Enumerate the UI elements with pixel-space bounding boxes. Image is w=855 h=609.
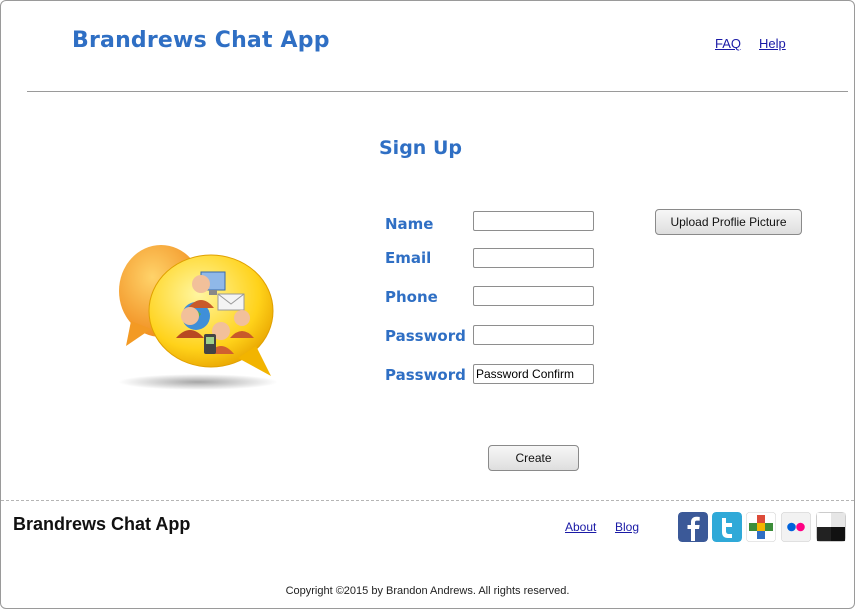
chat-people-illustration-icon <box>118 245 278 390</box>
phone-label: Phone <box>385 288 438 306</box>
about-link[interactable]: About <box>565 520 596 534</box>
faq-link[interactable]: FAQ <box>715 36 741 51</box>
delicious-icon[interactable] <box>816 512 846 542</box>
password-label: Password <box>385 327 466 345</box>
twitter-icon[interactable] <box>712 512 742 542</box>
blog-link[interactable]: Blog <box>615 520 639 534</box>
footer-divider <box>1 500 854 501</box>
upload-profile-picture-button[interactable]: Upload Proflie Picture <box>655 209 802 235</box>
google-plus-icon[interactable] <box>746 512 776 542</box>
password-confirm-field[interactable] <box>473 364 594 384</box>
create-button[interactable]: Create <box>488 445 579 471</box>
phone-field[interactable] <box>473 286 594 306</box>
header-divider <box>27 91 848 92</box>
name-label: Name <box>385 215 434 233</box>
password-field[interactable] <box>473 325 594 345</box>
copyright-text: Copyright ©2015 by Brandon Andrews. All … <box>285 585 570 597</box>
name-field[interactable] <box>473 211 594 231</box>
email-field[interactable] <box>473 248 594 268</box>
app-window: Brandrews Chat App FAQ Help Sign Up Name… <box>0 0 855 609</box>
brand-title: Brandrews Chat App <box>72 28 330 53</box>
flickr-icon[interactable] <box>781 512 811 542</box>
email-label: Email <box>385 249 432 267</box>
password-confirm-label: Password <box>385 366 466 384</box>
signup-title: Sign Up <box>379 137 462 159</box>
footer-brand: Brandrews Chat App <box>13 514 191 534</box>
help-link[interactable]: Help <box>759 36 786 51</box>
facebook-icon[interactable] <box>678 512 708 542</box>
